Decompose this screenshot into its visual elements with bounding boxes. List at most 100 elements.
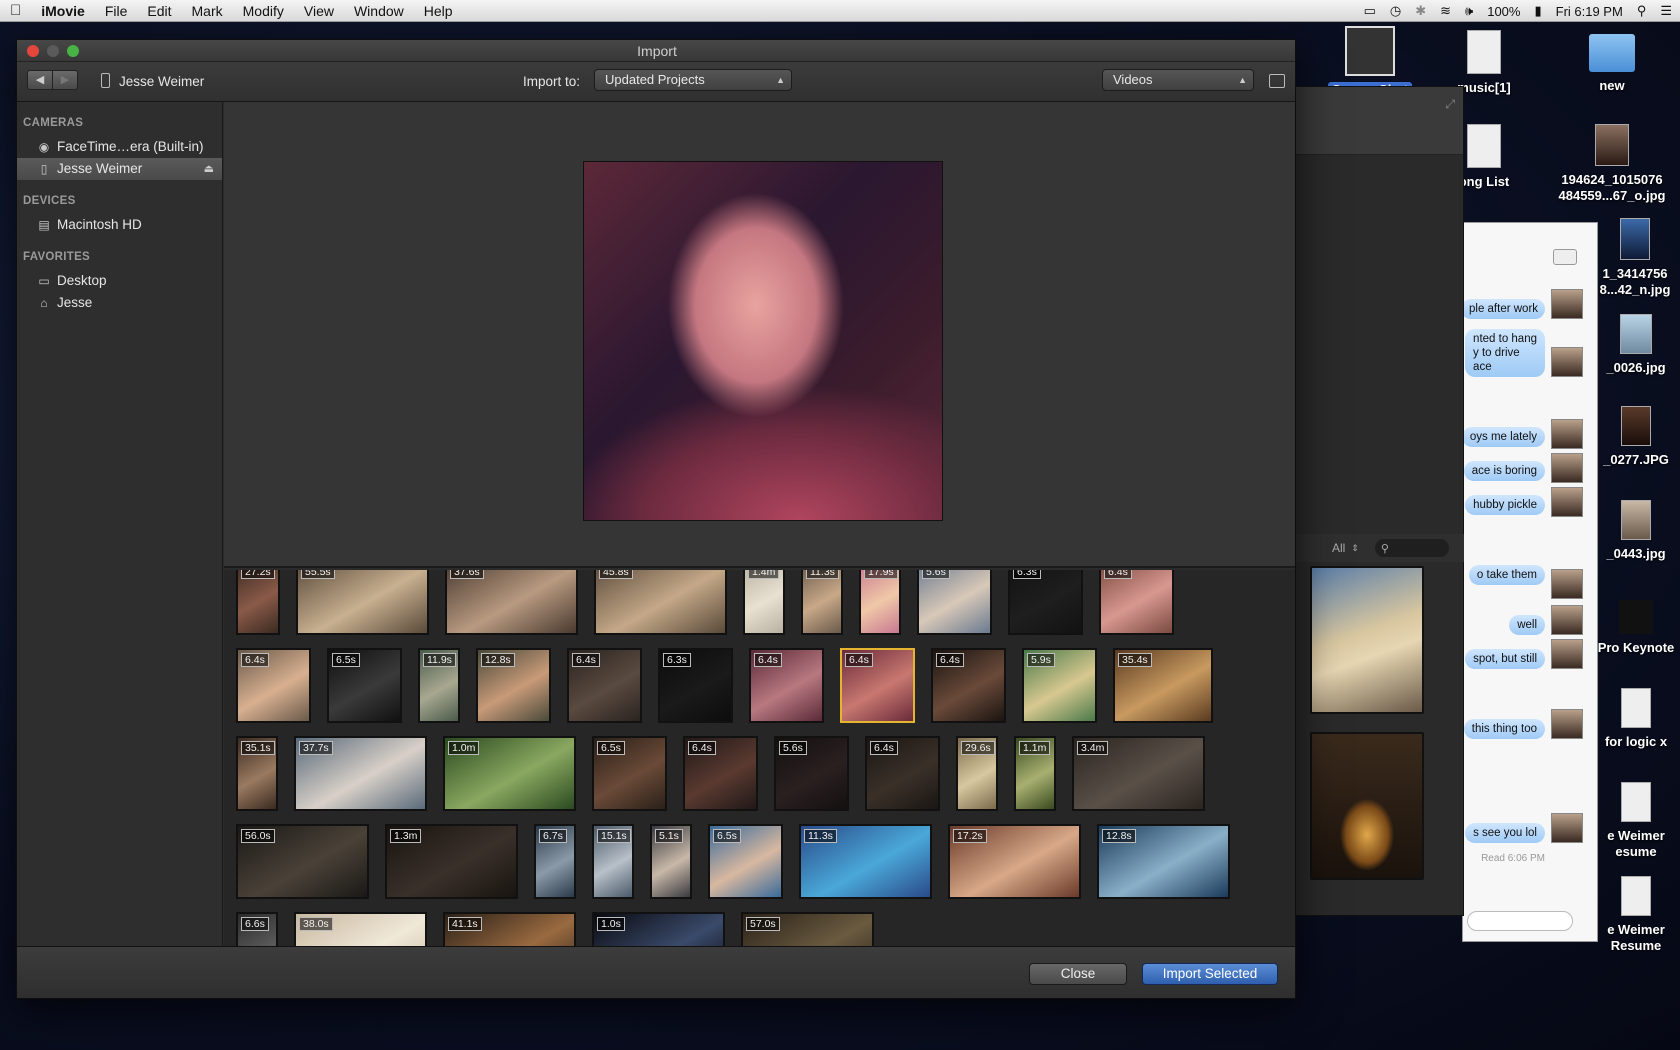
menu-mark[interactable]: Mark [182, 3, 233, 19]
clip-thumbnail[interactable]: 45.8s [594, 570, 727, 635]
clip-thumbnail[interactable]: 38.0s [294, 912, 427, 946]
clip-thumbnail[interactable]: 6.4s [749, 648, 824, 723]
menu-file[interactable]: File [95, 3, 138, 19]
clip-thumbnail[interactable]: 41.1s [443, 912, 576, 946]
desktop-icon-new-folder[interactable]: new [1570, 34, 1654, 94]
desktop-icon-photo-1[interactable]: 194624_1015076 484559...67_o.jpg [1550, 124, 1674, 204]
clip-thumbnail[interactable]: 37.6s [445, 570, 578, 635]
airplay-icon[interactable]: ▭ [1364, 3, 1376, 19]
messages-window[interactable]: ple after work nted to hang y to drive a… [1461, 222, 1598, 942]
filter-popup[interactable]: All [1332, 541, 1345, 555]
clip-thumbnail[interactable]: 27.2s [236, 570, 280, 635]
clip-thumbnail[interactable]: 11.3s [799, 824, 932, 899]
close-window-button[interactable] [27, 45, 39, 57]
menu-window[interactable]: Window [344, 3, 414, 19]
clip-thumbnail[interactable]: 37.7s [294, 736, 427, 811]
clip-thumbnail[interactable]: 6.4s [840, 648, 915, 723]
clip-thumbnail[interactable]: 6.5s [592, 736, 667, 811]
zoom-window-button[interactable] [67, 45, 79, 57]
clip-thumbnail[interactable]: 1.0s [592, 912, 725, 946]
battery-percent[interactable]: 100% [1487, 4, 1520, 19]
clip-thumbnail[interactable]: 12.8s [1097, 824, 1230, 899]
clock[interactable]: Fri 6:19 PM [1556, 4, 1623, 19]
clip-thumbnail[interactable]: 6.6s [236, 912, 278, 946]
search-field[interactable]: ⚲ [1374, 539, 1449, 557]
close-button[interactable]: Close [1029, 963, 1127, 985]
clip-thumbnail[interactable]: 6.4s [931, 648, 1006, 723]
clip-thumbnail[interactable]: 17.2s [948, 824, 1081, 899]
clip-thumbnail[interactable]: 5.6s [917, 570, 992, 635]
clip-thumbnail[interactable]: 6.7s [534, 824, 576, 899]
volume-icon[interactable]: 🕪 [1465, 3, 1473, 19]
wifi-icon[interactable]: ≋ [1440, 3, 1451, 19]
clip-thumbnail[interactable]: 1.4m [743, 570, 785, 635]
desktop-icon-logic[interactable]: for logic x [1594, 688, 1678, 750]
menu-help[interactable]: Help [414, 3, 463, 19]
clip-duration: 3.4m [1077, 741, 1109, 755]
desktop-icon-photo-4[interactable]: _0277.JPG [1594, 406, 1678, 468]
filmstrip-icon[interactable] [1269, 74, 1285, 88]
desktop-icon-photo-2[interactable]: 1_3414756 8...42_n.jpg [1592, 218, 1678, 298]
forward-button[interactable]: ▶ [52, 70, 78, 90]
clip-thumbnail[interactable]: 5.1s [650, 824, 692, 899]
sidebar-item-macintosh-hd[interactable]: ▤ Macintosh HD [17, 214, 222, 236]
import-to-popup[interactable]: Updated Projects ▲ [594, 69, 792, 91]
desktop-icon-resume-2[interactable]: e Weimer Resume [1594, 876, 1678, 954]
clip-thumbnail[interactable]: 6.4s [683, 736, 758, 811]
clip-thumbnail[interactable]: 1.3m [385, 824, 518, 899]
desktop-icon-keynote[interactable]: Pro Keynote [1594, 600, 1678, 656]
media-type-popup[interactable]: Videos ▲ [1102, 69, 1254, 91]
clip-thumbnail[interactable]: 6.5s [327, 648, 402, 723]
sidebar-item-facetime-camera[interactable]: ◉ FaceTime…era (Built-in) [17, 136, 222, 158]
back-button[interactable]: ◀ [27, 70, 53, 90]
clip-thumbnail[interactable]: 6.4s [1099, 570, 1174, 635]
clip-thumbnail[interactable]: 55.5s [296, 570, 429, 635]
clip-thumbnail[interactable]: 35.1s [236, 736, 278, 811]
sidebar-item-desktop[interactable]: ▭ Desktop [17, 270, 222, 292]
clip-thumbnail[interactable]: 56.0s [236, 824, 369, 899]
clip-thumbnail[interactable]: 1.1m [1014, 736, 1056, 811]
clip-thumbnail[interactable]: 3.4m [1072, 736, 1205, 811]
desktop-icon-resume-1[interactable]: e Weimer esume [1594, 782, 1678, 860]
message-input[interactable] [1467, 911, 1573, 931]
clip-thumbnail[interactable]: 5.6s [774, 736, 849, 811]
expand-icon[interactable]: ⤢ [1445, 97, 1455, 112]
video-preview[interactable] [583, 161, 943, 521]
time-machine-icon[interactable]: ◷ [1390, 3, 1401, 19]
sidebar-item-jesse[interactable]: ⌂ Jesse [17, 292, 222, 314]
photo-thumbnail[interactable] [1310, 732, 1424, 880]
clip-thumbnail[interactable]: 29.6s [956, 736, 998, 811]
menu-modify[interactable]: Modify [233, 3, 294, 19]
clip-thumbnail[interactable]: 6.4s [865, 736, 940, 811]
apple-icon[interactable]:  [0, 2, 31, 19]
bluetooth-icon[interactable]: ✱ [1415, 3, 1426, 19]
clip-thumbnail[interactable]: 6.4s [236, 648, 311, 723]
battery-icon[interactable]: ▮ [1534, 3, 1541, 19]
clip-thumbnail[interactable]: 57.0s [741, 912, 874, 946]
menu-app-name[interactable]: iMovie [31, 3, 95, 19]
photo-thumbnail[interactable] [1310, 566, 1424, 714]
clip-thumbnail[interactable]: 6.4s [567, 648, 642, 723]
notification-list-icon[interactable]: ☰ [1660, 3, 1672, 19]
clip-thumbnail[interactable]: 6.5s [708, 824, 783, 899]
clip-thumbnail[interactable]: 5.9s [1022, 648, 1097, 723]
clip-thumbnail[interactable]: 15.1s [592, 824, 634, 899]
desktop-icon-photo-3[interactable]: _0026.jpg [1594, 314, 1678, 376]
clip-thumbnail[interactable]: 1.0m [443, 736, 576, 811]
clip-thumbnail[interactable]: 6.3s [1008, 570, 1083, 635]
minimize-window-button[interactable] [47, 45, 59, 57]
clip-thumbnail[interactable]: 17.9s [859, 570, 901, 635]
menu-view[interactable]: View [294, 3, 344, 19]
clip-thumbnail[interactable]: 11.9s [418, 648, 460, 723]
eject-icon[interactable]: ⏏ [204, 158, 214, 180]
spotlight-icon[interactable]: ⚲ [1637, 3, 1647, 19]
clip-thumbnail[interactable]: 35.4s [1113, 648, 1213, 723]
video-call-icon[interactable] [1553, 249, 1577, 265]
import-selected-button[interactable]: Import Selected [1142, 963, 1278, 985]
clip-thumbnail[interactable]: 6.3s [658, 648, 733, 723]
desktop-icon-photo-5[interactable]: _0443.jpg [1594, 500, 1678, 562]
menu-edit[interactable]: Edit [137, 3, 181, 19]
clip-thumbnail[interactable]: 12.8s [476, 648, 551, 723]
sidebar-item-jesse-weimer[interactable]: ▯ Jesse Weimer ⏏ [17, 158, 222, 180]
clip-thumbnail[interactable]: 11.3s [801, 570, 843, 635]
